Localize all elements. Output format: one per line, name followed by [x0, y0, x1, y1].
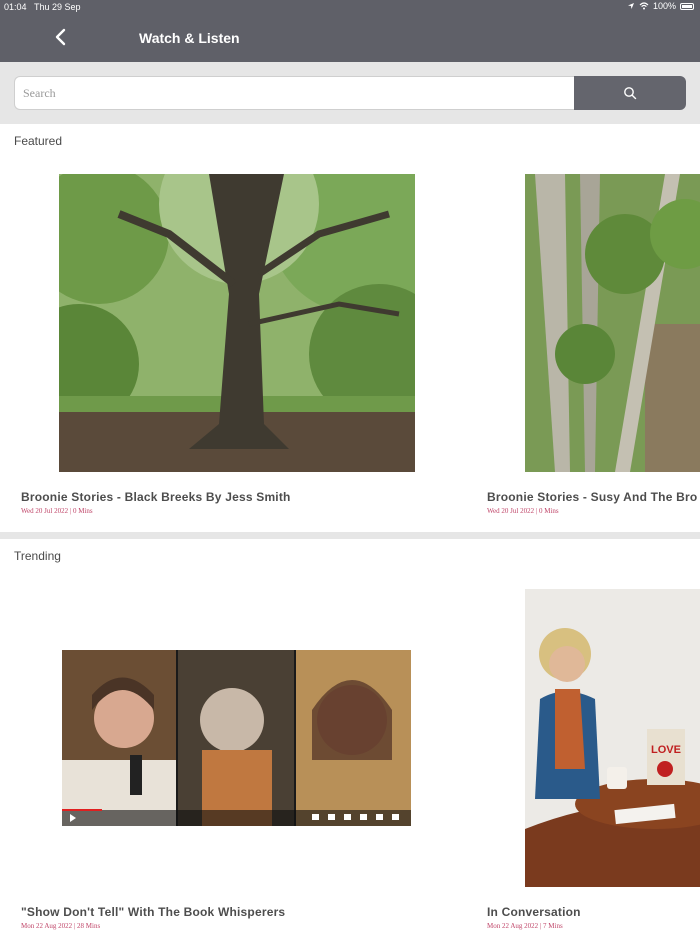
card-title: In Conversation: [487, 905, 581, 919]
card-meta: Wed 20 Jul 2022 | 0 Mins: [21, 507, 93, 515]
location-icon: [627, 3, 634, 9]
battery-icon: [680, 2, 694, 10]
video-card[interactable]: LOVE In Conversation Mon 22 Aug 2022 | 7…: [470, 539, 700, 934]
featured-section: Featured Broonie Stories - Black Breeks …: [0, 124, 700, 532]
search-input[interactable]: [14, 76, 574, 110]
card-title: Broonie Stories - Susy And The Bro: [487, 490, 698, 504]
status-date: Thu 29 Sep: [34, 2, 81, 12]
app-header: 01:04 Thu 29 Sep 100% Watch & Listen: [0, 0, 700, 62]
search-icon: [624, 87, 637, 100]
card-title: Broonie Stories - Black Breeks By Jess S…: [21, 490, 291, 504]
card-meta: Mon 22 Aug 2022 | 7 Mins: [487, 922, 563, 930]
video-call-screenshot: [62, 650, 411, 826]
card-meta: Mon 22 Aug 2022 | 28 Mins: [21, 922, 101, 930]
tree-photo: [59, 174, 415, 472]
status-time: 01:04: [4, 2, 27, 12]
interview-photo: LOVE: [525, 589, 700, 887]
card-title: "Show Don't Tell" With The Book Whispere…: [21, 905, 286, 919]
video-card[interactable]: "Show Don't Tell" With The Book Whispere…: [0, 539, 470, 934]
woodland-path-photo: [525, 174, 700, 472]
video-card[interactable]: Broonie Stories - Susy And The Bro Wed 2…: [470, 124, 700, 532]
page-title: Watch & Listen: [139, 30, 240, 46]
card-meta: Wed 20 Jul 2022 | 0 Mins: [487, 507, 559, 515]
wifi-icon: [639, 2, 649, 10]
chevron-left-icon: [55, 28, 66, 46]
trending-section: Trending "Show Don't Tell" With The Book…: [0, 539, 700, 934]
search-button[interactable]: [574, 76, 686, 110]
svg-text:LOVE: LOVE: [651, 744, 681, 756]
video-card[interactable]: Broonie Stories - Black Breeks By Jess S…: [0, 124, 470, 532]
search-bar: [0, 62, 700, 122]
battery-percent: 100%: [652, 1, 676, 11]
status-indicators: 100%: [627, 1, 694, 11]
back-button[interactable]: [50, 26, 72, 48]
status-bar: 01:04 Thu 29 Sep 100%: [0, 0, 700, 14]
